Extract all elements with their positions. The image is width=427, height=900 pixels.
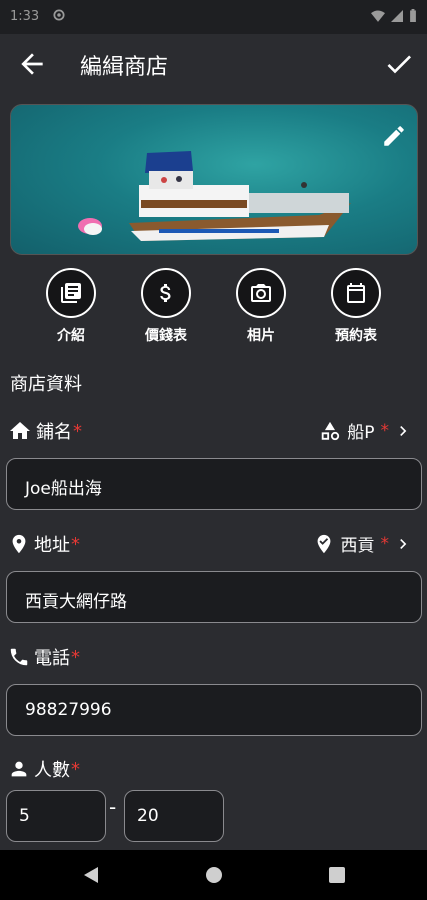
boat-illustration [129, 151, 351, 241]
people-label: 人數 * [8, 756, 80, 782]
people-min-input[interactable]: 5 [6, 790, 106, 842]
required-marker: * [71, 533, 80, 555]
nav-back-icon[interactable] [82, 865, 100, 885]
status-bar: 1:33 [0, 0, 427, 34]
dollar-icon [141, 268, 191, 318]
shop-cover-image[interactable] [10, 104, 418, 255]
required-marker: * [71, 758, 80, 780]
person-icon [11, 761, 27, 777]
address-label-text: 地址 [34, 535, 70, 556]
battery-icon [410, 9, 416, 22]
required-marker: * [380, 533, 390, 554]
booking-action-label: 預約表 [335, 328, 377, 344]
required-marker: * [73, 420, 82, 442]
photos-action-button[interactable]: 相片 [221, 268, 301, 345]
home-icon [10, 422, 30, 439]
district-selector[interactable]: 西貢 * [313, 531, 414, 556]
shop-name-input[interactable]: Joe船出海 [6, 458, 422, 510]
chevron-right-icon [400, 538, 407, 549]
shop-action-row: 介紹 價錢表 相片 預約表 [0, 268, 427, 348]
save-check-icon[interactable] [383, 48, 415, 80]
required-marker: * [380, 420, 390, 441]
camera-icon [236, 268, 286, 318]
district-value: 西貢 [340, 536, 375, 556]
system-navigation-bar [0, 850, 427, 900]
nav-recents-icon[interactable] [328, 865, 346, 885]
location-pin-icon [12, 534, 26, 554]
status-time: 1:33 [10, 9, 40, 24]
range-separator: - [109, 795, 117, 819]
intro-action-label: 介紹 [57, 328, 85, 344]
address-label: 地址 * [8, 531, 80, 557]
phone-label-text: 電話 [34, 648, 70, 669]
price-list-action-button[interactable]: 價錢表 [126, 268, 206, 345]
phone-input[interactable]: 98827996 [6, 684, 422, 736]
people-label-text: 人數 [34, 760, 70, 781]
swan-float-illustration [84, 223, 102, 235]
location-check-icon [317, 534, 330, 553]
price-list-action-label: 價錢表 [145, 328, 187, 344]
category-shapes-icon [321, 421, 340, 440]
page-title: 編緝商店 [80, 55, 169, 80]
edit-pencil-icon[interactable] [381, 123, 407, 149]
wifi-icon [371, 9, 385, 22]
category-selector[interactable]: 船P * [319, 418, 413, 443]
nav-home-icon[interactable] [204, 865, 224, 885]
photos-action-label: 相片 [247, 328, 275, 344]
back-arrow-icon[interactable] [16, 48, 48, 80]
app-bar: 編緝商店 [0, 34, 427, 98]
settings-status-icon [52, 8, 66, 26]
section-title: 商店資料 [10, 374, 82, 395]
people-max-input[interactable]: 20 [124, 790, 224, 842]
address-input[interactable]: 西貢大網仔路 [6, 571, 422, 623]
library-icon [46, 268, 96, 318]
booking-action-button[interactable]: 預約表 [316, 268, 396, 345]
calendar-icon [331, 268, 381, 318]
required-marker: * [71, 646, 80, 668]
shop-name-label: 鋪名 * [8, 418, 82, 444]
phone-label: 電話 * [8, 644, 80, 670]
chevron-right-icon [400, 425, 407, 436]
category-value: 船P [347, 423, 375, 443]
phone-icon [10, 648, 28, 666]
signal-icon [391, 9, 403, 22]
shop-name-label-text: 鋪名 [36, 422, 72, 443]
intro-action-button[interactable]: 介紹 [31, 268, 111, 345]
